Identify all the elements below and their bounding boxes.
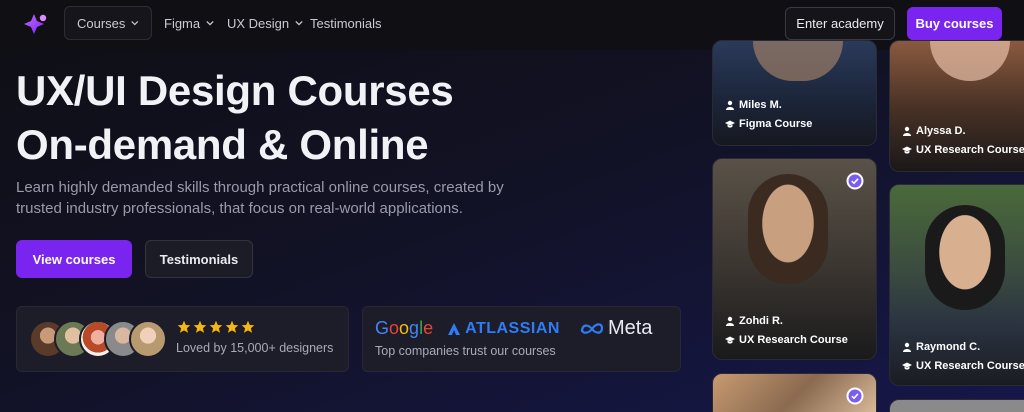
chevron-down-icon (295, 20, 303, 26)
trust-text: Top companies trust our courses (375, 344, 556, 358)
student-course-label: UX Research Course (739, 334, 848, 346)
student-course: UX Research Course (902, 360, 1024, 372)
user-icon (726, 316, 734, 326)
testimonials-button[interactable]: Testimonials (145, 240, 253, 278)
student-course: UX Research Course (902, 144, 1024, 156)
star-icon (241, 320, 255, 333)
user-icon (903, 126, 911, 136)
hero-title: UX/UI Design Courses On-demand & Online (16, 64, 454, 172)
brand-logo-icon[interactable] (22, 12, 50, 36)
hero-subtitle: Learn highly demanded skills through pra… (16, 179, 504, 217)
atlassian-label: ATLASSIAN (465, 319, 560, 337)
student-photo (925, 205, 1005, 310)
nav-ux-design-label: UX Design (227, 15, 290, 31)
star-icon (225, 320, 239, 333)
verified-badge-icon (846, 172, 864, 190)
chevron-down-icon (131, 21, 139, 26)
hero-title-line1: UX/UI Design Courses (16, 67, 454, 114)
nav-figma-label: Figma (164, 15, 201, 31)
nav-ux-design-dropdown[interactable]: UX Design (227, 6, 303, 40)
meta-label: Meta (607, 317, 653, 339)
graduation-cap-icon (902, 146, 912, 154)
user-icon (903, 342, 911, 352)
student-card-raymond[interactable]: Raymond C. UX Research Course (889, 184, 1024, 386)
rating-stars (177, 320, 255, 334)
student-card-partial[interactable] (889, 399, 1024, 412)
companies-card: Google ATLASSIAN Meta Top companies trus… (362, 306, 681, 372)
student-name-label: Miles M. (739, 99, 782, 111)
student-name-label: Zohdi R. (739, 315, 783, 327)
atlassian-icon (448, 322, 461, 335)
user-icon (726, 100, 734, 110)
nav-figma-dropdown[interactable]: Figma (164, 6, 214, 40)
student-photo (930, 41, 1010, 81)
student-card-miles[interactable]: Miles M. Figma Course (712, 40, 877, 146)
nav-testimonials-link[interactable]: Testimonials (310, 6, 382, 40)
student-course-label: UX Research Course (916, 360, 1024, 372)
avatar (129, 320, 167, 358)
student-photo (753, 41, 843, 81)
student-course: UX Research Course (725, 334, 848, 346)
meta-infinity-icon (580, 322, 604, 334)
enter-academy-button[interactable]: Enter academy (785, 7, 895, 40)
chevron-down-icon (206, 20, 214, 26)
star-icon (177, 320, 191, 333)
nav-courses-dropdown[interactable]: Courses (64, 6, 152, 40)
nav-testimonials-label: Testimonials (310, 15, 382, 31)
buy-courses-button[interactable]: Buy courses (907, 7, 1002, 40)
avatar-group (29, 320, 169, 358)
student-name: Raymond C. (902, 341, 980, 353)
hero-title-line2: On-demand & Online (16, 121, 429, 168)
google-logo: Google (375, 318, 434, 338)
student-course: Figma Course (725, 118, 812, 130)
student-card-partial[interactable] (712, 373, 877, 412)
star-icon (193, 320, 207, 333)
nav-courses-label: Courses (77, 15, 126, 31)
student-course-label: Figma Course (739, 118, 813, 130)
rating-card: Loved by 15,000+ designers (16, 306, 349, 372)
student-name: Alyssa D. (902, 125, 966, 137)
atlassian-logo: ATLASSIAN (447, 320, 560, 338)
graduation-cap-icon (725, 120, 735, 128)
loved-by-text: Loved by 15,000+ designers (176, 341, 334, 355)
company-logos: Google ATLASSIAN Meta (375, 317, 652, 340)
student-card-alyssa[interactable]: Alyssa D. UX Research Course (889, 40, 1024, 172)
star-icon (209, 320, 223, 333)
student-name: Miles M. (725, 99, 782, 111)
verified-badge-icon (846, 387, 864, 405)
student-card-zohdi[interactable]: Zohdi R. UX Research Course (712, 158, 877, 360)
student-name-label: Alyssa D. (916, 125, 966, 137)
meta-logo: Meta (580, 317, 652, 340)
student-photo (748, 174, 828, 284)
view-courses-button[interactable]: View courses (16, 240, 132, 278)
student-name: Zohdi R. (725, 315, 783, 327)
graduation-cap-icon (725, 336, 735, 344)
student-name-label: Raymond C. (916, 341, 981, 353)
student-course-label: UX Research Course (916, 144, 1024, 156)
graduation-cap-icon (902, 362, 912, 370)
